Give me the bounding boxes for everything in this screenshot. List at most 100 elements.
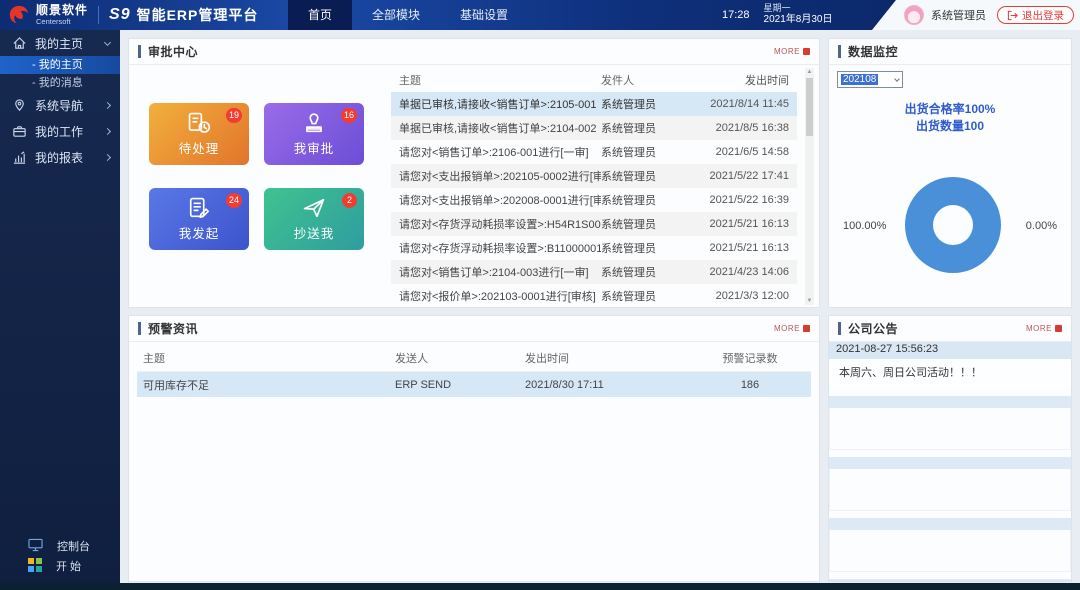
approval-center-panel: 审批中心 MORE 待处理 19 我审批 [128, 38, 820, 308]
title-marker [138, 322, 141, 335]
panel-title: 公司公告 [848, 320, 898, 337]
period-select-value: 202108 [841, 74, 878, 85]
title-marker [838, 45, 841, 58]
tab-all-modules[interactable]: 全部模块 [352, 0, 440, 30]
tile-pending[interactable]: 待处理 19 [149, 103, 249, 165]
brand-subtitle: Centersoft [36, 18, 88, 26]
table-row[interactable]: 请您对<支出报销单>:202105-0002进行[审核] 系统管理员 2021/… [391, 164, 797, 188]
sidebar-item-label: 我的工作 [35, 123, 105, 140]
announcement-empty-slot [829, 408, 1071, 450]
scroll-up-icon[interactable]: ▲ [805, 68, 814, 76]
bottom-taskbar [0, 583, 1080, 590]
start-button[interactable]: 开 始 [0, 556, 120, 576]
username-text: 系统管理员 [931, 7, 986, 23]
tile-label: 我审批 [294, 138, 335, 157]
sidebar-item-label: 系统导航 [35, 97, 105, 114]
cell-sender: 系统管理员 [601, 216, 689, 232]
chevron-right-icon [104, 127, 111, 134]
chevron-down-icon [104, 38, 111, 45]
cell-time: 2021/3/3 12:00 [689, 290, 789, 302]
tile-cc-to-me[interactable]: 抄送我 2 [264, 188, 364, 250]
more-icon [803, 325, 810, 332]
alerts-table: 主题 发送人 发出时间 预警记录数 可用库存不足 ERP SEND 2021/8… [137, 345, 811, 397]
tab-home[interactable]: 首页 [288, 0, 352, 30]
doc-edit-icon [186, 196, 212, 220]
sidebar-item-label: 我的主页 [35, 35, 105, 52]
brand-name: 顺景软件 [36, 4, 88, 16]
table-row[interactable]: 单据已审核,请接收<销售订单>:2105-001 系统管理员 2021/8/14… [391, 92, 797, 116]
cell-count: 186 [695, 379, 805, 391]
logo-area: 顺景软件 Centersoft S9 智能ERP管理平台 [8, 0, 258, 30]
sidebar-item-my-reports[interactable]: 我的报表 [0, 144, 120, 170]
cell-time: 2021/8/5 16:38 [689, 122, 789, 134]
announcement-empty-slot [829, 457, 1071, 469]
table-header-row: 主题 发送人 发出时间 预警记录数 [137, 345, 811, 372]
announcement-timestamp: 2021-08-27 15:56:23 [829, 342, 1071, 359]
console-button[interactable]: 控制台 [0, 536, 120, 556]
console-monitor-icon [28, 538, 43, 555]
more-label: MORE [774, 324, 800, 333]
centersoft-logo-icon [8, 4, 30, 26]
more-link[interactable]: MORE [1026, 324, 1062, 333]
cell-time: 2021/6/5 14:58 [689, 146, 789, 158]
tile-label: 抄送我 [294, 223, 335, 242]
monitor-summary: 出货合格率100% 出货数量100 [829, 101, 1071, 136]
cell-sender: 系统管理员 [601, 96, 689, 112]
col-subject: 主题 [399, 72, 601, 88]
announcement-empty-slot [829, 530, 1071, 572]
logout-button[interactable]: 退出登录 [997, 6, 1074, 24]
user-avatar[interactable] [904, 5, 924, 25]
badge-count: 24 [226, 193, 242, 208]
approval-table: 主题 发件人 发出时间 单据已审核,请接收<销售订单>:2105-001 系统管… [391, 67, 797, 308]
table-scrollbar[interactable]: ▲ ▼ [805, 68, 814, 305]
paper-plane-icon [301, 196, 327, 220]
sidebar-item-my-work[interactable]: 我的工作 [0, 118, 120, 144]
col-sent-time: 发出时间 [525, 350, 695, 366]
table-row[interactable]: 请您对<存货浮动耗损率设置>:B11000001进行[审核] 系统管理员 202… [391, 236, 797, 260]
alerts-panel: 预警资讯 MORE 主题 发送人 发出时间 预警记录数 可用库存不足 ERP S… [128, 315, 820, 582]
console-label: 控制台 [57, 538, 90, 554]
table-row[interactable]: 可用库存不足 ERP SEND 2021/8/30 17:11 186 [137, 372, 811, 397]
table-row[interactable]: 请您对<报价单>:202103-0001进行[审核] 系统管理员 2021/3/… [391, 284, 797, 308]
table-row[interactable]: 单据已审核,请接收<销售订单>:2104-002 系统管理员 2021/8/5 … [391, 116, 797, 140]
chevron-right-icon [104, 101, 111, 108]
announcement-content[interactable]: 本周六、周日公司活动！！！ [829, 359, 1071, 389]
panel-header: 公司公告 MORE [829, 316, 1071, 342]
more-label: MORE [774, 47, 800, 56]
tab-basic-settings[interactable]: 基础设置 [440, 0, 528, 30]
logo-divider [98, 6, 99, 24]
more-link[interactable]: MORE [774, 47, 810, 56]
table-row[interactable]: 请您对<支出报销单>:202008-0001进行[审核] 系统管理员 2021/… [391, 188, 797, 212]
cell-sender: 系统管理员 [601, 240, 689, 256]
shipment-qty-text: 出货数量100 [829, 118, 1071, 135]
product-badge: S9 [109, 6, 131, 24]
scroll-down-icon[interactable]: ▼ [805, 297, 814, 305]
brand-text: 顺景软件 Centersoft [36, 4, 88, 26]
table-row[interactable]: 请您对<存货浮动耗损率设置>:H54R1S006002进行[审核] 系统管理员 … [391, 212, 797, 236]
col-alert-count: 预警记录数 [695, 350, 805, 366]
cell-time: 2021/4/23 14:06 [689, 266, 789, 278]
sidebar-item-my-home[interactable]: 我的主页 [0, 30, 120, 56]
sidebar-subitem-my-home[interactable]: 我的主页 [0, 56, 120, 74]
sidebar-subitem-my-messages[interactable]: 我的消息 [0, 74, 120, 92]
cell-sender: 系统管理员 [601, 168, 689, 184]
logout-label: 退出登录 [1022, 8, 1064, 23]
weekday-text: 星期一 [764, 3, 833, 14]
tile-initiated-by-me[interactable]: 我发起 24 [149, 188, 249, 250]
cell-sender: 系统管理员 [601, 120, 689, 136]
cell-time: 2021/5/21 16:13 [689, 242, 789, 254]
more-link[interactable]: MORE [774, 324, 810, 333]
col-sent-time: 发出时间 [689, 72, 789, 88]
period-select[interactable]: 202108 [837, 71, 903, 88]
table-row[interactable]: 请您对<销售订单>:2104-003进行[一审] 系统管理员 2021/4/23… [391, 260, 797, 284]
map-pin-icon [12, 98, 27, 113]
tile-my-approvals[interactable]: 我审批 16 [264, 103, 364, 165]
cell-sender: 系统管理员 [601, 144, 689, 160]
announcement-empty-slot [829, 579, 1071, 582]
cell-time: 2021/5/21 16:13 [689, 218, 789, 230]
scrollbar-thumb[interactable] [806, 78, 813, 136]
chevron-down-icon [894, 76, 900, 82]
panel-header: 数据监控 [829, 39, 1071, 65]
table-row[interactable]: 请您对<销售订单>:2106-001进行[一审] 系统管理员 2021/6/5 … [391, 140, 797, 164]
sidebar-item-system-nav[interactable]: 系统导航 [0, 92, 120, 118]
